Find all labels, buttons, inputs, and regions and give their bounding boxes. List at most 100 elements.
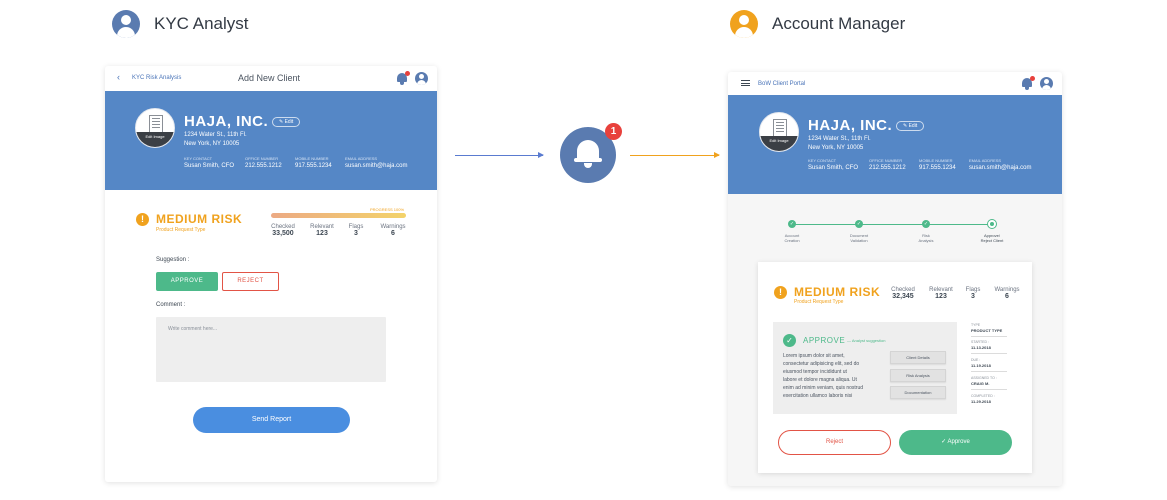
company-name: HAJA, INC. [184,113,269,130]
stepper-line [792,224,992,225]
warning-icon: ! [136,213,149,226]
address-line-2: New York, NY 10005 [184,141,240,147]
contact-label: EMAIL ADDRESS [345,156,378,161]
contact-value: 212.555.1212 [869,165,906,171]
menu-icon[interactable] [741,80,750,86]
progress-bar [271,213,406,218]
top-bar: ‹ KYC Risk Analysis Add New Client [105,66,437,90]
building-icon [149,115,163,133]
portal-label: BoW Client Portal [758,81,806,87]
edit-label: Edit [284,119,294,125]
stat-value: 3 [971,293,975,300]
role-kyc-analyst: KYC Analyst [112,10,249,38]
suggestion-text: Analyst suggestion [851,338,886,343]
meta-value: CRAIG M. [971,381,990,386]
contact-value: 917.555.1234 [295,163,332,169]
top-bar: BoW Client Portal [728,72,1062,95]
client-header: Edit Image HAJA, INC. ✎ Edit 1234 Water … [105,91,437,190]
meta-value: 11.19.2018 [971,363,991,368]
contact-label: OFFICE NUMBER [245,156,279,161]
meta-label: COMPLETED : [971,394,995,398]
body-line: consectetur adipisicing elit, sed do [783,361,860,367]
risk-subtitle: Product Request Type [156,227,206,233]
progress-label: PROGRESS 100% [370,207,405,212]
meta-divider [971,336,1007,337]
meta-value: 11.13.2018 [971,345,991,350]
contact-label: KEY CONTACT [184,156,213,161]
back-chevron-icon[interactable]: ‹ [117,72,120,82]
suggestion-body: Lorem ipsum dolor sit amet, consectetur … [783,352,863,400]
contact-label: OFFICE NUMBER [869,158,903,163]
company-logo[interactable]: Edit Image [759,112,799,152]
reject-client-button[interactable]: Reject [778,430,891,455]
stat-flags: Flags 3 [345,224,367,237]
approve-label: Approve [947,439,970,445]
meta-label: TYPE [971,323,981,327]
stat-checked: Checked 32,345 [888,287,918,300]
step-label: Approve/Reject Client [972,233,1012,243]
edit-client-button[interactable]: ✎ Edit [896,121,925,131]
stat-flags: Flags 3 [962,287,984,300]
notification-bell-icon[interactable] [396,71,410,85]
step-label-line: Validation [850,238,868,243]
stat-value: 6 [391,230,395,237]
suggestion-label: Suggestion : [156,257,190,263]
step-done-check-icon[interactable]: ✓ [922,220,930,228]
address: 1234 Water St., 11th Fl. New York, NY 10… [808,135,871,153]
role-label: Account Manager [772,14,906,33]
edit-image-label[interactable]: Edit Image [760,136,798,151]
step-done-check-icon[interactable]: ✓ [855,220,863,228]
stat-value: 3 [354,230,358,237]
risk-analysis-button[interactable]: Risk Analysis [890,369,946,382]
stat-warnings: Warnings 6 [991,287,1023,300]
comment-label: Comment : [156,302,186,308]
contact-value: susan.smith@haja.com [345,163,408,169]
documentation-button[interactable]: Documentation [890,386,946,399]
profile-icon[interactable] [1040,77,1053,90]
profile-icon[interactable] [415,72,428,85]
contact-value: 212.555.1212 [245,163,282,169]
contact-value: Susan Smith, CFO [184,163,235,169]
edit-image-label[interactable]: Edit Image [136,132,174,147]
step-done-check-icon[interactable]: ✓ [788,220,796,228]
meta-label: DUE : [971,358,981,362]
comment-textarea[interactable]: Write comment here... [156,317,386,382]
reject-button[interactable]: REJECT [222,272,279,291]
client-details-button[interactable]: Client Details [890,351,946,364]
body-line: eiusmod tempor incididunt ut [783,369,847,375]
warning-icon: ! [774,286,787,299]
contact-value: Susan Smith, CFO [808,165,859,171]
approve-button[interactable]: APPROVE [156,272,218,291]
stat-warnings: Warnings 6 [377,224,409,237]
body-line: labore et dolore magna aliqua. Ut [783,377,857,383]
notification-bell-icon[interactable] [1021,76,1035,90]
company-logo[interactable]: Edit Image [135,108,175,148]
role-account-manager: Account Manager [730,10,905,38]
arrow-to-notification-icon [455,152,544,158]
edit-client-button[interactable]: ✎ Edit [272,117,301,127]
step-current-icon[interactable] [987,219,997,229]
bell-icon: 1 [560,123,622,183]
body-line: Lorem ipsum dolor sit amet, [783,353,845,359]
stat-value: 33,500 [272,230,294,237]
step-label-line: Reject Client [980,238,1004,243]
step-label-line: Analysis [918,238,934,243]
back-link[interactable]: KYC Risk Analysis [132,75,181,81]
risk-title: MEDIUM RISK [156,212,243,226]
account-manager-screen: BoW Client Portal Edit Image HAJA, INC. … [728,72,1062,486]
meta-divider [971,389,1007,390]
approve-title: APPROVE [803,336,846,345]
approval-card: ! MEDIUM RISK Product Request Type Check… [758,262,1032,473]
send-report-button[interactable]: Send Report [193,407,350,433]
check-icon: ✓ [783,334,796,347]
approve-client-button[interactable]: ✓ Approve [899,430,1012,455]
contact-label: KEY CONTACT [808,158,837,163]
stat-value: 123 [316,230,328,237]
meta-label: STARTED : [971,340,989,344]
risk-subtitle: Product Request Type [794,299,844,305]
step-label: Risk Analysis [906,233,946,243]
stat-relevant: Relevant 123 [307,224,337,237]
body-line: enim ad minim veniam, quis nostrud [783,385,864,391]
meta-label: ASSIGNED TO : [971,376,997,380]
address-line-2: New York, NY 10005 [808,145,864,151]
